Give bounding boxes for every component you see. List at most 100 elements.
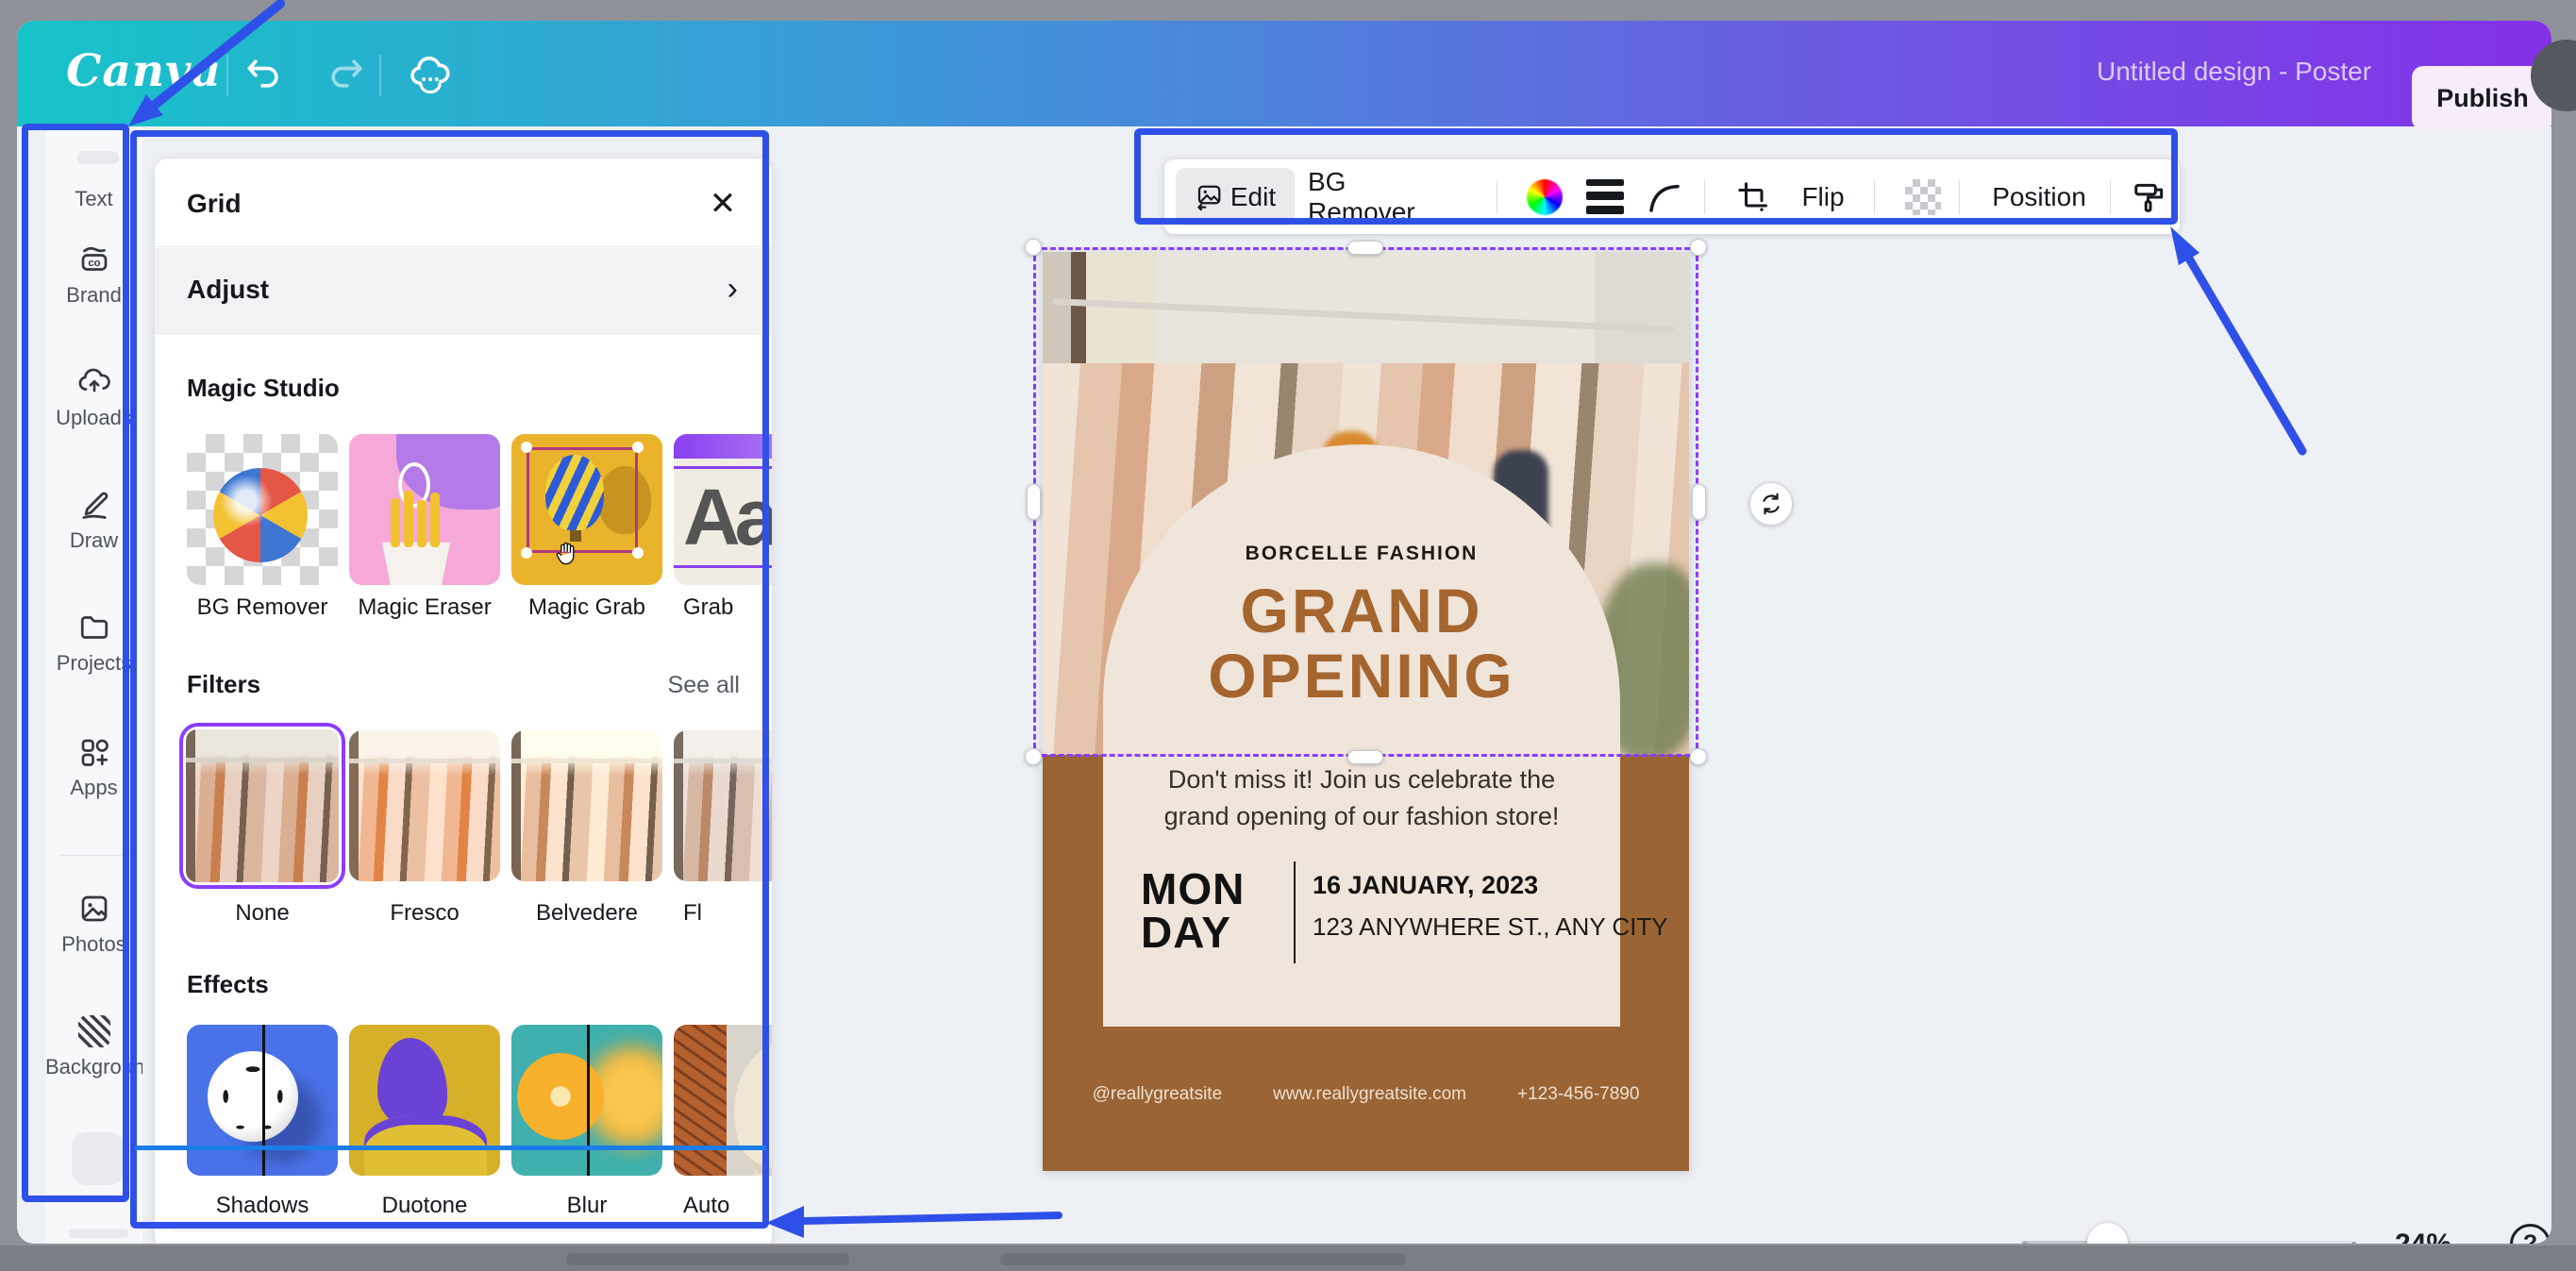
edit-label: Edit: [1230, 182, 1276, 212]
background-texture-icon: [45, 1013, 142, 1049]
filter-art: [349, 730, 500, 881]
sidebar-item-uploads[interactable]: Uploads: [45, 364, 142, 430]
poster-footer-phone: +123-456-7890: [1517, 1084, 1639, 1105]
poster-footer: @reallygreatsite www.reallygreatsite.com…: [1043, 1084, 1689, 1105]
effect-thumb-autofocus[interactable]: [674, 1025, 772, 1176]
filter-thumb-none: [186, 729, 339, 882]
thumb-label: Magic Grab: [506, 594, 668, 621]
thumb-label: Auto: [683, 1193, 772, 1219]
eraser-art: [391, 498, 400, 547]
sidebar-item-label: Text: [45, 187, 142, 211]
magic-studio-item-magic-eraser[interactable]: [349, 434, 500, 585]
poster-footer-handle: @reallygreatsite: [1093, 1084, 1223, 1105]
zoom-slider-thumb[interactable]: [2087, 1223, 2128, 1244]
magic-studio-item-grab-text[interactable]: Aa: [674, 434, 772, 585]
poster-arch-panel: BORCELLE FASHION GRAND OPENING Don't mis…: [1103, 444, 1620, 1027]
sidebar-scrolled-item-remnant: [77, 151, 119, 164]
color-picker-button[interactable]: [1515, 159, 1574, 234]
sidebar-item-background[interactable]: Background: [45, 1013, 142, 1079]
sidebar-item-brand[interactable]: co Brand: [45, 242, 142, 308]
poster-footer-website: www.reallygreatsite.com: [1273, 1084, 1466, 1105]
undo-icon: [243, 53, 285, 94]
bg-remover-button[interactable]: BG Remover: [1308, 159, 1459, 234]
selection-handle-top[interactable]: [1347, 241, 1383, 255]
canva-logo[interactable]: Canva: [66, 45, 222, 97]
sidebar-item-draw[interactable]: Draw: [45, 487, 142, 553]
position-button[interactable]: Position: [1978, 159, 2100, 234]
color-wheel-icon: [1527, 179, 1563, 215]
zoom-slider-min-dot: [2023, 1242, 2028, 1244]
grid-panel: Grid ✕ Adjust › Magic Studio: [155, 159, 772, 1244]
thumb-label: Fl: [683, 900, 772, 927]
copy-style-button[interactable]: [2125, 159, 2174, 234]
selection-handle-right[interactable]: [1692, 484, 1706, 520]
sidebar-item-label: Background: [45, 1055, 142, 1079]
poster-day-text: MON DAY: [1141, 867, 1245, 954]
effect-thumb-shadows[interactable]: [187, 1025, 338, 1176]
sidebar-item-label: Photos: [45, 932, 142, 957]
grabtext-art: [674, 434, 772, 459]
rotate-handle-button[interactable]: [1749, 482, 1793, 526]
apps-grid-icon: [45, 734, 142, 770]
grab-handle-dot: [521, 442, 532, 453]
effect-art: [517, 1053, 604, 1140]
panel-bottom-divider: [174, 1230, 753, 1231]
redo-button[interactable]: [317, 45, 374, 102]
effect-art: [208, 1051, 298, 1142]
cloud-save-button[interactable]: [402, 45, 459, 102]
draw-pencil-icon: [45, 487, 142, 523]
eraser-art: [376, 530, 457, 585]
stroke-weight-button[interactable]: [1578, 159, 1632, 234]
toolbar-divider: [1874, 180, 1875, 214]
magic-studio-item-magic-grab[interactable]: [511, 434, 662, 585]
folder-icon: [45, 610, 142, 645]
taskbar-blob: [566, 1253, 849, 1265]
curve-button[interactable]: [1636, 159, 1693, 234]
filter-none-selected-frame[interactable]: [179, 723, 345, 889]
effect-split-line: [587, 1025, 590, 1176]
grab-handle-dot: [632, 547, 644, 559]
sidebar: Text co Brand Uploads: [45, 126, 142, 1244]
poster-brand-text: BORCELLE FASHION: [1103, 543, 1620, 565]
selection-handle-top-right[interactable]: [1690, 239, 1707, 256]
document-title[interactable]: Untitled design - Poster: [2097, 57, 2370, 87]
sidebar-item-text[interactable]: Text: [45, 181, 142, 211]
adjust-row[interactable]: Adjust ›: [155, 248, 772, 335]
selection-handle-bottom-left[interactable]: [1025, 748, 1042, 765]
panel-title: Grid: [187, 189, 242, 219]
sidebar-item-apps[interactable]: Apps: [45, 734, 142, 800]
flip-button[interactable]: Flip: [1785, 159, 1861, 234]
magic-studio-item-bg-remover[interactable]: [187, 434, 338, 585]
selection-handle-bottom-right[interactable]: [1690, 748, 1707, 765]
selection-handle-bottom[interactable]: [1347, 750, 1383, 764]
effect-art: [364, 1115, 487, 1176]
crop-button[interactable]: [1727, 159, 1780, 234]
zoom-level-label[interactable]: 24%: [2395, 1229, 2451, 1244]
thumb-label: Grab: [683, 594, 772, 621]
zoom-slider-max-dot: [2351, 1242, 2356, 1244]
effect-split-line: [262, 1025, 265, 1176]
screenshot-stage: Canva Untitled design - Poste: [0, 0, 2576, 1271]
sidebar-divider: [59, 855, 132, 856]
filter-thumb-belvedere[interactable]: [511, 730, 662, 881]
help-button[interactable]: ?: [2510, 1224, 2551, 1244]
sidebar-item-photos[interactable]: Photos: [45, 891, 142, 957]
canva-app-window: Canva Untitled design - Poste: [17, 21, 2551, 1244]
undo-button[interactable]: [236, 45, 293, 102]
paint-roller-icon: [2132, 179, 2167, 215]
filter-thumb-flint[interactable]: [674, 730, 772, 881]
effect-thumb-blur[interactable]: [511, 1025, 662, 1176]
selection-handle-left[interactable]: [1027, 484, 1041, 520]
svg-text:co: co: [88, 258, 100, 269]
close-icon[interactable]: ✕: [702, 183, 744, 225]
filters-heading: Filters: [187, 670, 260, 699]
filter-thumb-fresco[interactable]: [349, 730, 500, 881]
transparency-button[interactable]: [1893, 159, 1953, 234]
poster-canvas-page[interactable]: BORCELLE FASHION GRAND OPENING Don't mis…: [1043, 252, 1689, 1171]
filters-see-all-link[interactable]: See all: [668, 672, 740, 699]
effect-thumb-duotone[interactable]: [349, 1025, 500, 1176]
sidebar-item-projects[interactable]: Projects: [45, 610, 142, 676]
toolbar-divider: [2110, 180, 2111, 214]
selection-handle-top-left[interactable]: [1025, 239, 1042, 256]
edit-button[interactable]: Edit: [1176, 168, 1295, 226]
